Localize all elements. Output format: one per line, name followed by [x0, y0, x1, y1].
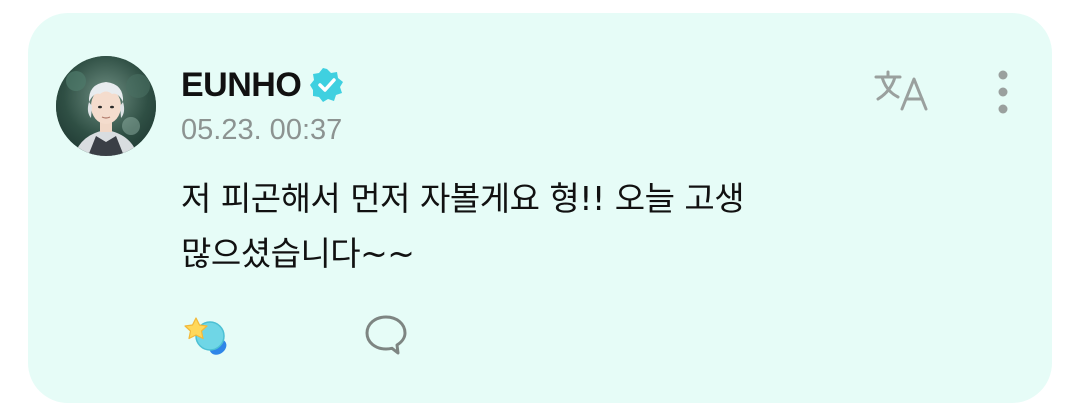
more-options-button[interactable]: [983, 65, 1023, 119]
translate-icon: [874, 70, 928, 111]
author-name[interactable]: EUNHO: [181, 65, 302, 105]
post-card: EUNHO 05.23. 00:37 저 피곤해서 먼저 자볼게요 형!! 오늘…: [28, 13, 1052, 403]
verified-badge-icon: [310, 68, 344, 102]
reaction-button[interactable]: [178, 309, 236, 361]
avatar-illustration: [56, 56, 156, 156]
post-timestamp: 05.23. 00:37: [181, 114, 343, 146]
post-body-text: 저 피곤해서 먼저 자볼게요 형!! 오늘 고생 많으셨습니다~~: [181, 179, 745, 273]
author-avatar[interactable]: [56, 56, 156, 156]
comment-bubble-icon: [365, 315, 407, 355]
more-vertical-icon: [998, 70, 1008, 114]
comment-button[interactable]: [358, 309, 414, 361]
translate-button[interactable]: [870, 63, 934, 119]
author-row: EUNHO: [181, 65, 345, 105]
star-reaction-icon: [184, 317, 227, 355]
